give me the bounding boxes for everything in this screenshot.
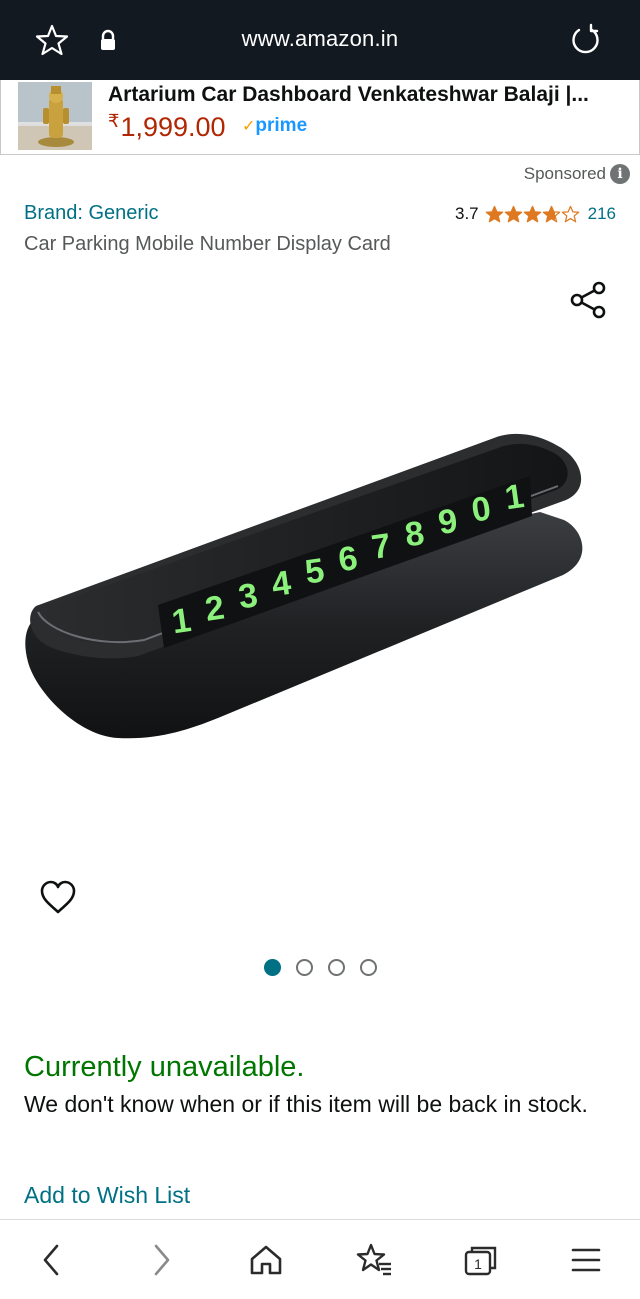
price-amount: 1,999.00 <box>120 112 226 142</box>
star-icon <box>542 205 560 222</box>
parking-card-body <box>25 433 583 739</box>
back-arrow-icon[interactable] <box>30 1238 74 1282</box>
star-icon <box>523 205 541 222</box>
ad-product-price: ₹1,999.00 <box>108 111 226 143</box>
rating-summary[interactable]: 3.7 216 <box>455 204 616 224</box>
prime-label: prime <box>255 115 308 136</box>
browser-bottom-nav: 1 <box>0 1219 640 1299</box>
star-icon <box>561 205 579 222</box>
tab-count: 1 <box>474 1256 482 1272</box>
share-icon[interactable] <box>568 280 608 320</box>
menu-icon[interactable] <box>564 1238 608 1282</box>
wishlist-heart-icon[interactable] <box>38 878 78 918</box>
prime-badge: ✓prime <box>242 115 307 137</box>
sponsored-text: Sponsored <box>523 164 606 183</box>
product-image[interactable]: 12345678901 <box>18 400 622 760</box>
sponsored-product-banner[interactable]: Artarium Car Dashboard Venkateshwar Bala… <box>0 80 640 155</box>
currency-symbol: ₹ <box>108 111 120 131</box>
availability-message: We don't know when or if this item will … <box>24 1091 588 1117</box>
prime-check-icon: ✓ <box>242 118 256 135</box>
reload-icon[interactable] <box>567 22 603 58</box>
star-icon <box>485 205 503 222</box>
carousel-dot[interactable] <box>296 959 313 976</box>
bookmarks-icon[interactable] <box>352 1238 396 1282</box>
address-bar-url[interactable]: www.amazon.in <box>0 26 640 52</box>
rating-value: 3.7 <box>454 204 479 223</box>
product-title: Car Parking Mobile Number Display Card <box>24 233 391 255</box>
carousel-dot[interactable] <box>328 959 345 976</box>
browser-toolbar: www.amazon.in <box>0 0 640 80</box>
sponsored-label[interactable]: Sponsored i <box>524 164 630 184</box>
carousel-dot[interactable] <box>360 959 377 976</box>
ad-product-thumbnail <box>18 82 92 150</box>
star-icon <box>504 205 522 222</box>
tabs-icon[interactable]: 1 <box>459 1238 503 1282</box>
home-icon[interactable] <box>244 1238 288 1282</box>
brand-link[interactable]: Brand: Generic <box>24 202 159 225</box>
availability-status: Currently unavailable. <box>24 1051 305 1083</box>
forward-arrow-icon[interactable] <box>139 1238 183 1282</box>
rating-stars <box>485 205 580 224</box>
info-icon[interactable]: i <box>610 164 630 184</box>
add-to-wish-list-link[interactable]: Add to Wish List <box>24 1182 190 1209</box>
image-carousel-indicator[interactable] <box>264 959 377 976</box>
review-count-link[interactable]: 216 <box>588 204 616 224</box>
carousel-dot[interactable] <box>264 959 281 976</box>
ad-product-title[interactable]: Artarium Car Dashboard Venkateshwar Bala… <box>108 83 589 107</box>
